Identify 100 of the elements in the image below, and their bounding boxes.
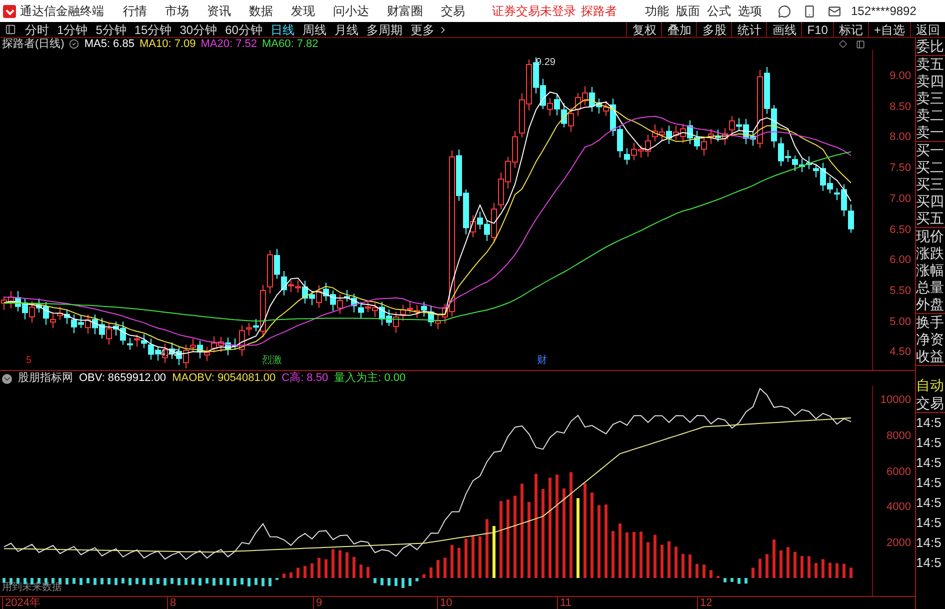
chat-icon[interactable]	[778, 4, 791, 18]
trade-time: 14:5	[916, 494, 942, 512]
check-circle-icon[interactable]	[69, 39, 80, 49]
price-axis-label: 8.50	[890, 100, 911, 113]
menu-item[interactable]: 资讯	[198, 2, 240, 20]
menu-item[interactable]: 数据	[240, 2, 282, 20]
price-axis-label: 8.00	[890, 131, 911, 144]
period-tab[interactable]: 更多	[406, 20, 438, 38]
chevron-down-icon[interactable]	[2, 374, 12, 384]
toolbar-button[interactable]: 返回	[910, 22, 945, 38]
period-tab[interactable]: 月线	[330, 20, 362, 38]
quote-label: 买四	[916, 193, 945, 210]
toolbar-button[interactable]: 叠加	[661, 22, 696, 38]
trade-time: 14:5	[916, 454, 942, 472]
price-annotation: 4.42	[160, 349, 180, 359]
quote-label: 现价	[916, 228, 945, 245]
price-axis-label: 5.50	[890, 284, 911, 297]
price-axis-label: 7.00	[890, 192, 911, 205]
quote-label: 委比	[916, 38, 945, 55]
menu-item[interactable]: 市场	[156, 2, 198, 20]
menu-item[interactable]: 问小达	[324, 2, 378, 20]
mail-icon[interactable]	[828, 4, 841, 18]
quote-label: 收益	[916, 348, 945, 365]
time-axis-label: 2024年	[2, 597, 40, 609]
period-tab[interactable]: 1分钟	[53, 20, 92, 38]
user-label[interactable]: 探路者	[581, 2, 617, 20]
price-axis-label: 5.00	[890, 316, 911, 328]
trade-time: 14:5	[916, 414, 942, 432]
toolbar-button[interactable]: 统计	[731, 22, 766, 38]
period-tab[interactable]: 5分钟	[92, 20, 130, 38]
trade-time: 14:5	[916, 474, 942, 492]
quote-label: 卖三	[916, 90, 945, 107]
chart-title: 探路者(日线)	[2, 38, 64, 50]
indicator-value: C高: 8.50	[282, 370, 328, 386]
time-axis-label: 11	[557, 597, 572, 609]
app-name: 通达信金融终端	[20, 3, 104, 20]
period-tab[interactable]: 60分钟	[221, 20, 266, 38]
toolbar-button[interactable]: 多股	[696, 22, 732, 38]
login-notice[interactable]: 证券交易未登录	[492, 2, 576, 20]
future-data-note: 用到未来数据	[2, 582, 62, 593]
obv-axis-label: 10000	[880, 394, 911, 406]
period-tab[interactable]: 多周期	[362, 20, 406, 38]
diamond-icon[interactable]	[839, 40, 847, 48]
toolbar-button[interactable]: 画线	[766, 22, 802, 38]
menu-item[interactable]: 公式	[707, 2, 731, 20]
menu-item[interactable]: 选项	[738, 2, 762, 20]
quote-label: 买二	[916, 159, 945, 176]
indicator-value: OBV: 8659912.00	[79, 371, 166, 386]
obv-axis-label: 2000	[886, 537, 911, 550]
price-axis-label: 4.50	[890, 346, 911, 358]
indicator-value: 量入为主: 0.00	[334, 370, 406, 386]
time-axis-label: 12	[697, 597, 712, 609]
toolbar-button[interactable]: 复权	[626, 22, 662, 38]
app-logo-icon	[3, 4, 16, 18]
menu-item[interactable]: 交易	[432, 2, 474, 20]
toolbar-button[interactable]: F10	[801, 22, 833, 38]
event-mark[interactable]: 5	[26, 355, 32, 366]
time-axis-label: 9	[313, 597, 322, 609]
time-axis-label: 8	[167, 597, 176, 609]
indicator-value: MAOBV: 9054081.00	[172, 371, 276, 386]
menu-item[interactable]: 功能	[645, 2, 669, 20]
price-annotation: 9.29	[536, 58, 556, 68]
toolbar-button[interactable]: +自选	[868, 22, 910, 38]
quote-label: 卖二	[916, 107, 945, 124]
menu-item[interactable]: 财富圈	[378, 2, 432, 20]
menu-item[interactable]: 发现	[282, 2, 324, 20]
quote-label: 买三	[916, 176, 945, 193]
price-axis-label: 7.50	[890, 162, 911, 174]
auto-status[interactable]: 自动	[916, 376, 945, 394]
panel-icon[interactable]	[856, 40, 865, 48]
quote-label: 涨跌	[916, 245, 945, 262]
trade-time: 14:5	[916, 554, 942, 572]
obv-axis-label: 4000	[886, 501, 911, 514]
time-axis-label: 10	[437, 597, 452, 609]
ma-value: MA5: 6.85	[84, 38, 134, 50]
toolbar-button[interactable]: 标记	[832, 22, 868, 38]
quote-label: 买一	[916, 142, 945, 159]
quote-label: 外盘	[916, 296, 945, 313]
quote-label: 换手	[916, 314, 945, 331]
menu-item[interactable]: 版面	[676, 2, 700, 20]
ma-value: MA20: 7.52	[200, 38, 257, 50]
phone-icon[interactable]	[803, 4, 816, 18]
account-number[interactable]: 152****9892	[851, 2, 916, 20]
event-mark[interactable]: 烈激	[262, 355, 282, 366]
price-axis-label: 9.00	[890, 70, 911, 82]
quote-label: 卖一	[916, 124, 945, 141]
panel-toggle-icon[interactable]	[5, 24, 16, 35]
quote-label: 卖四	[916, 73, 945, 90]
period-tab[interactable]: 30分钟	[176, 20, 222, 38]
period-tab[interactable]: 日线	[266, 20, 298, 38]
trade-column-header: 交易	[916, 394, 945, 413]
quote-label: 涨幅	[916, 262, 945, 279]
quote-label: 卖五	[916, 56, 945, 73]
period-tab[interactable]: 分时	[21, 20, 53, 38]
price-axis-label: 6.50	[890, 224, 911, 236]
period-tab[interactable]: 15分钟	[130, 20, 176, 38]
quote-label: 买五	[916, 210, 945, 227]
event-mark[interactable]: 财	[537, 355, 547, 366]
period-tab[interactable]: 周线	[298, 20, 330, 38]
menu-item[interactable]: 行情	[114, 2, 156, 20]
